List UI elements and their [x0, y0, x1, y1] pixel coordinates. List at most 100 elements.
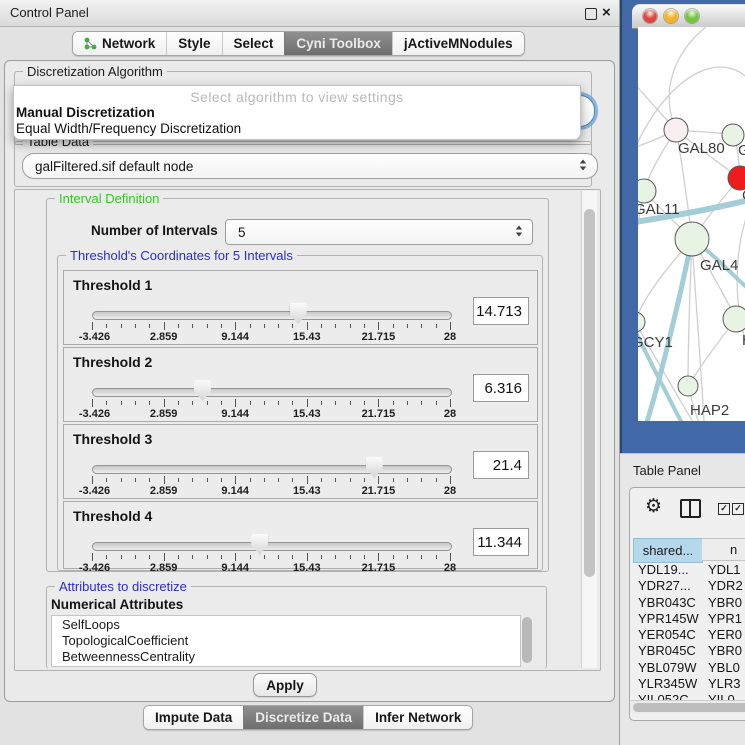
table-row[interactable]: YER054CYER0: [633, 627, 745, 643]
tick-mark: [121, 478, 122, 482]
column-header-shared-name[interactable]: shared...: [633, 538, 703, 563]
traffic-light-minimize[interactable]: [664, 9, 678, 23]
network-node-gal11[interactable]: [638, 179, 656, 203]
gear-icon[interactable]: ⚙: [645, 495, 662, 517]
table-cell[interactable]: YBR0: [702, 643, 745, 659]
attribute-list-item[interactable]: BetweennessCentrality: [52, 648, 520, 664]
tick-mark: [264, 478, 265, 482]
checkbox-icon[interactable]: ✓: [732, 503, 744, 515]
tab-network[interactable]: Network: [73, 32, 166, 55]
table-cell[interactable]: YDR2: [702, 578, 745, 594]
bottom-tab-discretize-data[interactable]: Discretize Data: [243, 706, 363, 729]
table-cell[interactable]: YDR27...: [633, 578, 702, 594]
network-node-gal4[interactable]: [675, 222, 709, 256]
tick-label: 21.715: [362, 408, 396, 420]
table-cell[interactable]: YIL0: [702, 692, 745, 700]
table-cell[interactable]: YER0: [702, 627, 745, 643]
table-cell[interactable]: YPR145W: [633, 611, 702, 627]
slider-thumb[interactable]: [290, 303, 307, 324]
attribute-list-item[interactable]: TopologicalCoefficient: [52, 632, 520, 648]
table-cell[interactable]: YLR345W: [633, 676, 702, 692]
column-header-name[interactable]: n: [702, 538, 745, 561]
tab-jactivemnodules[interactable]: jActiveMNodules: [392, 32, 524, 55]
table-row[interactable]: YBL079WYBL0: [633, 660, 745, 676]
tick-label: 2.859: [150, 408, 178, 420]
tick-label: 9.144: [221, 331, 249, 343]
slider-track[interactable]: [92, 542, 452, 551]
vertical-scrollbar-thumb[interactable]: [584, 209, 595, 577]
traffic-light-close[interactable]: [643, 9, 657, 23]
threshold-slider[interactable]: -3.4262.8599.14415.4321.71528: [92, 302, 450, 342]
table-row[interactable]: YDR27...YDR2: [633, 578, 745, 594]
close-icon[interactable]: ×: [602, 4, 611, 21]
app-root: Control Panel × NetworkStyleSelectCyni T…: [0, 0, 745, 745]
threshold-value-field[interactable]: 6.316: [473, 374, 529, 402]
numerical-attributes-list[interactable]: SelfLoopsTopologicalCoefficientBetweenne…: [51, 615, 521, 667]
bottom-tab-infer-network-label: Infer Network: [375, 710, 461, 725]
table-row[interactable]: YBR045CYBR0: [633, 643, 745, 659]
table-row[interactable]: YLR345WYLR3: [633, 676, 745, 692]
tick-label: 15.43: [293, 331, 321, 343]
network-node-hap2[interactable]: [678, 376, 698, 396]
popup-item-manual-discretization[interactable]: Manual Discretization: [16, 105, 576, 121]
number-of-intervals-spinner[interactable]: 5: [225, 219, 533, 245]
threshold-value-field[interactable]: 21.4: [473, 451, 529, 479]
slider-track[interactable]: [92, 388, 452, 397]
tick-mark: [135, 401, 136, 405]
bottom-tab-infer-network[interactable]: Infer Network: [363, 706, 472, 729]
table-row[interactable]: YBR043CYBR0: [633, 595, 745, 611]
bottom-tab-impute-data[interactable]: Impute Data: [144, 706, 243, 729]
threshold-slider[interactable]: -3.4262.8599.14415.4321.71528: [92, 533, 450, 573]
threshold-slider[interactable]: -3.4262.8599.14415.4321.71528: [92, 456, 450, 496]
table-cell[interactable]: YER054C: [633, 627, 702, 643]
network-node-gal80[interactable]: [664, 118, 688, 142]
checkbox-icon[interactable]: ✓: [718, 503, 730, 515]
horizontal-scrollbar-thumb[interactable]: [633, 703, 745, 712]
table-cell[interactable]: YBL079W: [633, 660, 702, 676]
slider-track[interactable]: [92, 465, 452, 474]
table-row[interactable]: YIL052CYIL0: [633, 692, 745, 700]
table-cell[interactable]: YPR1: [702, 611, 745, 627]
tab-style[interactable]: Style: [166, 32, 221, 55]
number-of-intervals-label: Number of Intervals: [91, 223, 218, 238]
tab-cyni-toolbox[interactable]: Cyni Toolbox: [284, 32, 392, 55]
table-cell[interactable]: YDL19...: [633, 562, 702, 578]
popup-prompt: Select algorithm to view settings: [14, 89, 580, 105]
table-cell[interactable]: YLR3: [702, 676, 745, 692]
tab-select[interactable]: Select: [222, 32, 285, 55]
table-row[interactable]: YDL19...YDL1: [633, 562, 745, 578]
tick-mark: [121, 324, 122, 328]
network-canvas[interactable]: GAL80GCGAL11GAL4GCY1HHAP2: [638, 27, 745, 421]
attribute-list-item[interactable]: SelfLoops: [52, 616, 520, 632]
slider-thumb[interactable]: [251, 534, 268, 555]
attributes-list-scrollbar[interactable]: [522, 617, 532, 663]
table-cell[interactable]: YBR043C: [633, 595, 702, 611]
table-cell[interactable]: YDL1: [702, 562, 745, 578]
table-cell[interactable]: YBL0: [702, 660, 745, 676]
table-cell[interactable]: YBR0: [702, 595, 745, 611]
horizontal-scrollbar-track[interactable]: [631, 700, 745, 714]
threshold-slider[interactable]: -3.4262.8599.14415.4321.71528: [92, 379, 450, 419]
threshold-value-field[interactable]: 14.713: [473, 297, 529, 325]
thresholds-group: Threshold's Coordinates for 5 Intervals …: [57, 255, 543, 571]
traffic-light-zoom[interactable]: [685, 9, 699, 23]
threshold-value-field[interactable]: 11.344: [473, 528, 529, 556]
table-cell[interactable]: YIL052C: [633, 692, 702, 700]
split-view-icon[interactable]: [680, 499, 701, 518]
slider-thumb[interactable]: [366, 457, 383, 478]
table-cell[interactable]: YBR045C: [633, 643, 702, 659]
slider-thumb[interactable]: [194, 380, 211, 401]
tick-mark: [436, 324, 437, 328]
network-node-gcy1[interactable]: [638, 312, 645, 332]
table-data-combobox[interactable]: galFiltered.sif default node: [22, 153, 598, 179]
slider-track[interactable]: [92, 311, 452, 320]
network-node-h[interactable]: [723, 306, 745, 332]
apply-button[interactable]: Apply: [253, 673, 317, 697]
vertical-scrollbar-track[interactable]: [581, 191, 597, 668]
table-row[interactable]: YPR145WYPR1: [633, 611, 745, 627]
popup-item-equal-width-frequency[interactable]: Equal Width/Frequency Discretization: [16, 121, 576, 137]
network-window-titlebar[interactable]: [632, 4, 745, 29]
tick-mark: [207, 401, 208, 405]
tick-mark: [321, 324, 322, 328]
float-icon[interactable]: [585, 8, 597, 20]
